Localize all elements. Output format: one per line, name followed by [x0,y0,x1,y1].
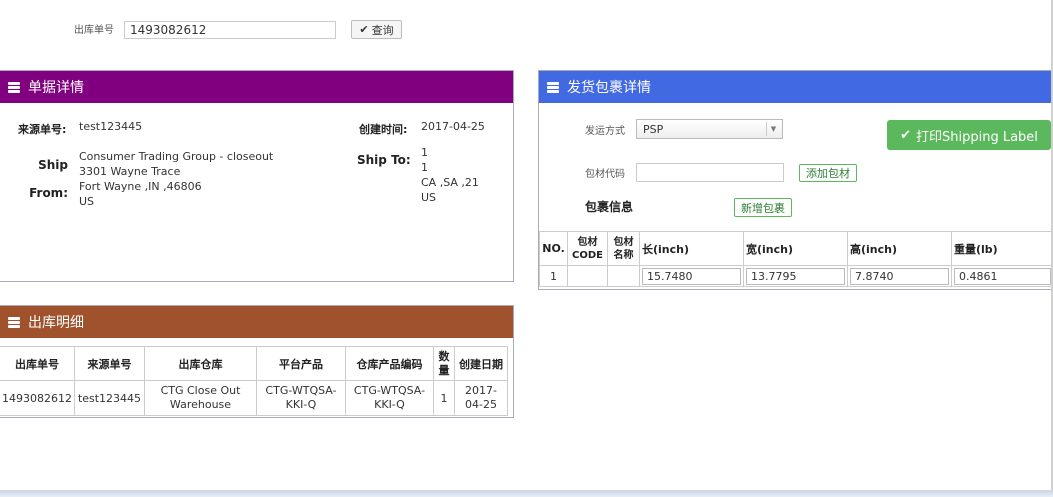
ship-from-address: Consumer Trading Group - closeout 3301 W… [79,149,273,209]
ship-from-line: 3301 Wayne Trace [79,165,181,178]
col-header: 数量 [433,346,455,381]
width-input[interactable]: 13.7795 [746,267,845,285]
ship-method-label: 发运方式 [585,126,625,137]
ship-from-line: Consumer Trading Group - closeout [79,150,274,163]
cell: 2017-04-25 [454,380,508,416]
ship-to-line: CA ,SA ,21 [421,176,479,189]
cell: 1 [433,380,455,416]
ship-to-line: US [421,191,437,204]
package-code [567,265,608,287]
doc-details-header: 单据详情 [0,71,513,103]
check-icon: ✔ [359,23,369,36]
doc-details-title: 单据详情 [28,80,84,96]
add-package-button[interactable]: 新增包裹 [734,198,792,217]
outbound-details-title: 出库明细 [28,315,84,331]
cell: 1493082612 [0,380,75,416]
height-input[interactable]: 7.8740 [850,267,949,285]
col-header: 来源单号 [74,346,145,381]
package-name [607,265,640,287]
cell: test123445 [74,380,145,416]
ship-method-value: PSP [643,122,664,136]
col-header: 平台产品 [256,346,346,381]
search-button[interactable]: ✔ 查询 [351,20,402,39]
ship-from-line: Fort Wayne ,IN ,46806 [79,180,202,193]
col-header: 宽(inch) [743,231,848,266]
package-info-label: 包裹信息 [585,200,634,214]
list-icon [547,81,559,93]
package-details-panel: 发货包裹详情 发运方式 PSP ▼ ✔ 打印Shipping Label 包材代… [538,70,1053,290]
ship-to-address: 1 1 CA ,SA ,21 US [421,145,479,205]
material-code-input[interactable] [636,163,784,182]
print-button-label: 打印Shipping Label [915,129,1038,145]
table-row: 1493082612 test123445 CTG Close Out Ware… [0,380,508,416]
doc-details-panel: 单据详情 来源单号: test123445 创建时间: 2017-04-25 S… [0,70,514,282]
print-shipping-label-button[interactable]: ✔ 打印Shipping Label [887,120,1051,150]
col-header: 包材名称 [607,231,640,266]
bottom-bar [0,490,1053,497]
outbound-table: 出库单号 来源单号 出库仓库 平台产品 仓库产品编码 数量 创建日期 14930… [0,346,508,416]
package-no: 1 [539,265,568,287]
col-header: 出库仓库 [144,346,257,381]
cell: CTG-WTQSA-KKI-Q [256,380,346,416]
package-details-header: 发货包裹详情 [539,71,1053,103]
outbound-details-panel: 出库明细 出库单号 来源单号 出库仓库 平台产品 仓库产品编码 数量 创建日期 … [0,305,514,418]
chevron-down-icon: ▼ [766,122,780,136]
ship-from-line: US [79,195,95,208]
ship-to-line: 1 [421,161,428,174]
length-input[interactable]: 15.7480 [642,267,741,285]
order-no-label: 出库单号 [74,25,114,36]
source-no-label: 来源单号: [18,123,67,136]
package-table: NO. 包材CODE 包材名称 长(inch) 宽(inch) 高(inch) … [539,231,1053,287]
col-header: NO. [539,231,568,266]
col-header: 创建日期 [454,346,508,381]
list-icon [8,81,20,93]
col-header: 重量(lb) [951,231,1053,266]
add-material-button[interactable]: 添加包材 [799,164,857,182]
col-header: 高(inch) [847,231,952,266]
ship-to-label: Ship To: [357,153,411,167]
ship-method-select[interactable]: PSP ▼ [636,119,783,139]
list-icon [8,316,20,328]
ship-to-line: 1 [421,146,428,159]
outbound-details-header: 出库明细 [0,306,513,338]
col-header: 长(inch) [639,231,744,266]
search-button-label: 查询 [371,23,394,37]
col-header: 包材CODE [567,231,608,266]
cell: CTG Close Out Warehouse [144,380,257,416]
created-value: 2017-04-25 [421,120,485,133]
package-details-title: 发货包裹详情 [567,80,651,96]
weight-input[interactable]: 0.4861 [954,267,1051,285]
created-label: 创建时间: [359,123,408,136]
table-row: 1 15.7480 13.7795 7.8740 0.4861 [539,265,1053,287]
order-no-input[interactable] [124,21,336,39]
material-code-label: 包材代码 [585,169,625,180]
col-header: 仓库产品编码 [345,346,434,381]
ship-from-label: Ship From: [29,158,68,200]
check-icon: ✔ [900,127,911,143]
cell: CTG-WTQSA-KKI-Q [345,380,434,416]
col-header: 出库单号 [0,346,75,381]
source-no-value: test123445 [79,120,143,133]
